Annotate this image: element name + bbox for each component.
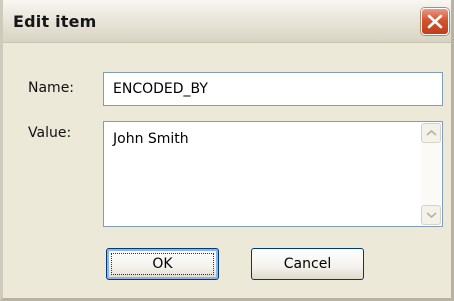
- close-button[interactable]: [421, 8, 449, 35]
- title-bar[interactable]: Edit item: [3, 0, 451, 43]
- scroll-down-button[interactable]: [421, 205, 441, 225]
- value-textarea[interactable]: John Smith: [103, 121, 443, 227]
- value-label: Value:: [28, 125, 72, 141]
- close-icon: [427, 14, 443, 29]
- chevron-up-icon: [426, 129, 437, 136]
- ok-button[interactable]: OK: [106, 248, 219, 280]
- cancel-button-label: Cancel: [283, 256, 332, 272]
- cancel-button[interactable]: Cancel: [251, 248, 364, 280]
- dialog-title: Edit item: [13, 12, 97, 31]
- scroll-up-button[interactable]: [421, 123, 441, 143]
- edit-item-dialog: Edit item Name: ENCODED_BY Value: John S…: [0, 0, 454, 301]
- name-field[interactable]: ENCODED_BY: [103, 72, 443, 106]
- focus-rectangle: [111, 253, 214, 275]
- chevron-down-icon: [426, 212, 437, 219]
- value-text: John Smith: [113, 131, 189, 147]
- vertical-scrollbar[interactable]: [421, 123, 441, 225]
- name-label: Name:: [28, 80, 75, 96]
